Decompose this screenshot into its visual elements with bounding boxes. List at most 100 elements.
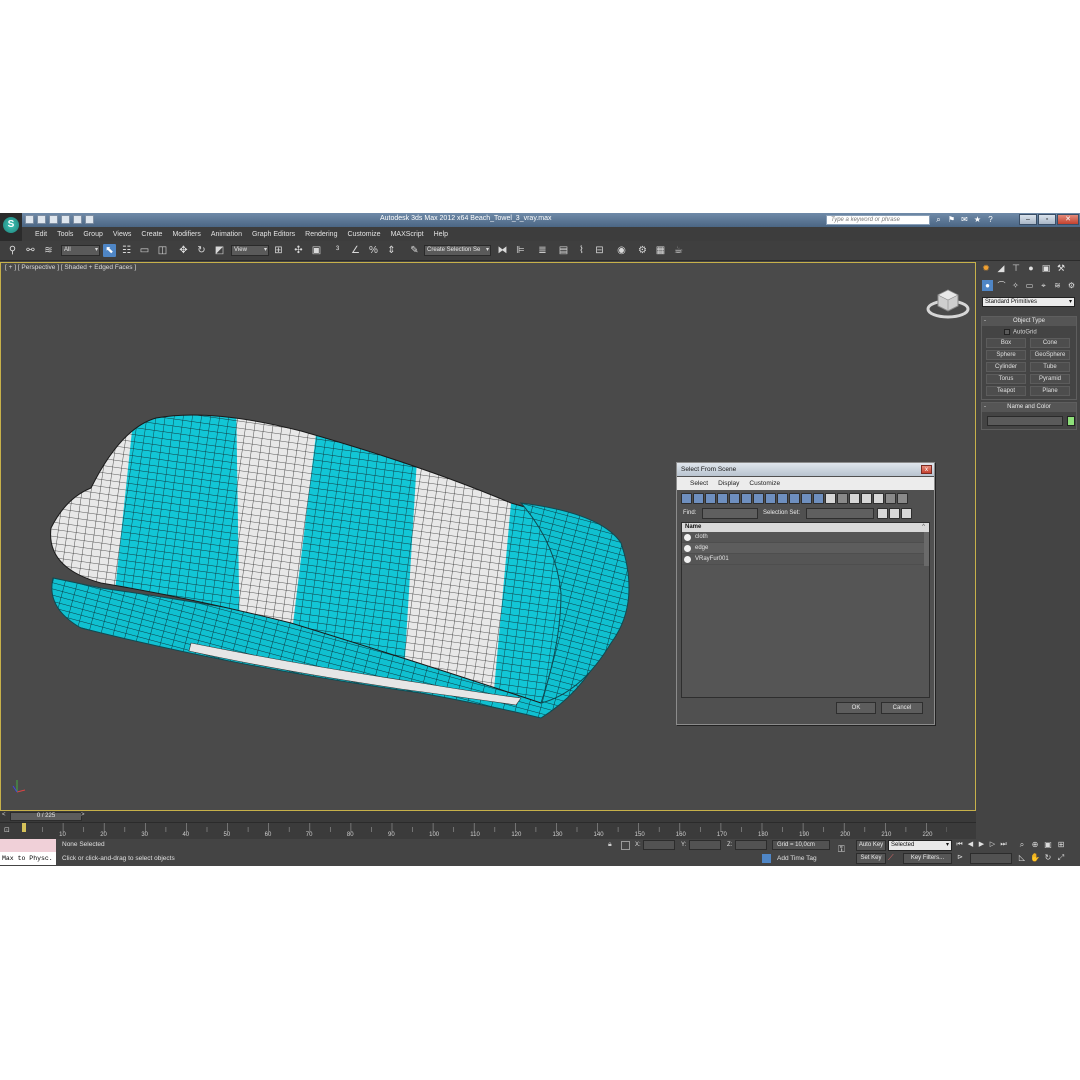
tube-button[interactable]: Tube [1030,362,1070,372]
list-item[interactable]: edge [682,543,929,554]
keyboard-shortcut-override-icon[interactable]: ▣ [310,244,323,257]
shapes-category-icon[interactable]: ⌒ [996,280,1007,291]
maximize-button[interactable]: ▫ [1038,214,1056,225]
pivot-center-icon[interactable]: ⊞ [272,244,285,257]
zoom-extents-all-icon[interactable]: ⊞ [1056,840,1066,850]
plane-button[interactable]: Plane [1030,386,1070,396]
helpers-category-icon[interactable]: ⌖ [1038,280,1049,291]
mini-curve-editor-icon[interactable]: ⊡ [4,826,14,836]
named-selection-dropdown[interactable]: Create Selection Se ▾ [424,245,491,256]
key-mode-dropdown[interactable]: Selected ▾ [888,840,952,851]
list-item[interactable]: cloth [682,532,929,543]
menu-views[interactable]: Views [108,231,137,238]
open-file-icon[interactable] [37,215,46,224]
space-warps-category-icon[interactable]: ≋ [1052,280,1063,291]
project-folder-icon[interactable] [85,215,94,224]
viewcube-icon[interactable] [925,287,971,319]
teapot-button[interactable]: Teapot [986,386,1026,396]
display-bones-icon[interactable] [777,493,788,504]
pyramid-button[interactable]: Pyramid [1030,374,1070,384]
set-key-button[interactable]: Set Key [856,853,886,864]
default-in-out-tangent-icon[interactable]: ⟋ [888,853,894,863]
display-xrefs-icon[interactable] [765,493,776,504]
dialog-menu-customize[interactable]: Customize [744,480,785,487]
pan-view-icon[interactable]: ✋ [1030,853,1040,863]
current-frame-marker[interactable] [22,823,26,832]
snaps-toggle-icon[interactable]: ³ [331,244,344,257]
display-lights-icon[interactable] [705,493,716,504]
filter-options-icon[interactable] [897,493,908,504]
name-column-header[interactable]: Name ^ [682,523,929,532]
torus-button[interactable]: Torus [986,374,1026,384]
cancel-button[interactable]: Cancel [881,702,923,714]
help-icon[interactable]: ? [986,215,995,224]
previous-key-icon[interactable]: ◀ [966,840,975,850]
display-space-warps-icon[interactable] [741,493,752,504]
time-tag-icon[interactable] [762,854,771,863]
find-input[interactable] [702,508,758,519]
cone-button[interactable]: Cone [1030,338,1070,348]
track-bar[interactable]: ⊡ 10 20 30 40 50 60 70 80 90 100 110 120 130 140 150 16… [0,822,976,839]
selection-filter-dropdown[interactable]: All ▾ [61,245,100,256]
name-and-color-title[interactable]: - Name and Color [982,403,1076,412]
subscription-icon[interactable]: ⚑ [947,215,956,224]
close-button[interactable]: ✕ [1057,214,1079,225]
render-setup-icon[interactable]: ⚙ [636,244,649,257]
time-slider[interactable]: 0 / 225 [10,812,82,821]
maxscript-mini-listener[interactable]: Max to Physc. [0,839,56,865]
dialog-close-button[interactable]: x [921,465,932,474]
unlink-icon[interactable]: ⚯ [24,244,37,257]
key-filters-button[interactable]: Key Filters... [903,853,952,864]
dialog-title[interactable]: Select From Scene [677,463,934,476]
current-frame-field[interactable] [970,853,1012,864]
redo-icon[interactable] [73,215,82,224]
listener-output[interactable] [0,839,56,852]
select-by-name-icon[interactable]: ☷ [120,244,133,257]
search-input[interactable]: Type a keyword or phrase [826,215,930,225]
auto-key-button[interactable]: Auto Key [856,840,886,851]
selection-lock-icon[interactable]: 🔒︎ [608,841,612,849]
rendered-frame-window-icon[interactable]: ▦ [654,244,667,257]
perspective-viewport[interactable]: [ + ] [ Perspective ] [ Shaded + Edged F… [0,262,976,811]
mirror-icon[interactable]: ⧓ [496,244,509,257]
primitives-dropdown[interactable]: Standard Primitives ▾ [982,297,1075,307]
lights-category-icon[interactable]: ✧ [1010,280,1021,291]
remove-from-selection-set-icon[interactable] [901,508,912,519]
display-cameras-icon[interactable] [717,493,728,504]
display-helpers-icon[interactable] [729,493,740,504]
reference-coordinate-dropdown[interactable]: View ▾ [231,245,269,256]
cylinder-button[interactable]: Cylinder [986,362,1026,372]
display-geometry-icon[interactable] [681,493,692,504]
search-icon[interactable]: ⌕ [934,215,943,224]
graphite-ribbon-icon[interactable]: ▤ [557,244,570,257]
invert-display-icon[interactable] [849,493,860,504]
minimize-button[interactable]: – [1019,214,1037,225]
sphere-button[interactable]: Sphere [986,350,1026,360]
display-shapes-icon[interactable] [693,493,704,504]
autogrid-checkbox[interactable]: AutoGrid [1004,329,1037,336]
modify-tab-icon[interactable]: ◢ [995,262,1007,274]
angle-snap-icon[interactable]: ∠ [349,244,362,257]
select-and-scale-icon[interactable]: ◩ [213,244,226,257]
object-name-input[interactable] [987,416,1063,426]
percent-snap-icon[interactable]: % [367,244,380,257]
communication-icon[interactable]: ✉ [960,215,969,224]
absolute-mode-icon[interactable] [621,841,630,850]
select-and-link-icon[interactable]: ⚲ [6,244,19,257]
z-coordinate-field[interactable] [735,840,767,850]
systems-category-icon[interactable]: ⚙ [1066,280,1077,291]
new-file-icon[interactable] [25,215,34,224]
select-and-move-icon[interactable]: ✥ [177,244,190,257]
viewport-label[interactable]: [ + ] [ Perspective ] [ Shaded + Edged F… [5,264,136,271]
favorites-icon[interactable]: ★ [973,215,982,224]
menu-help[interactable]: Help [429,231,453,238]
field-of-view-icon[interactable]: ◺ [1017,853,1027,863]
towel-model[interactable] [41,393,641,723]
hierarchy-tab-icon[interactable]: ⊤ [1010,262,1022,274]
ok-button[interactable]: OK [836,702,876,714]
menu-create[interactable]: Create [136,231,167,238]
go-to-start-icon[interactable]: ⏮ [955,840,964,850]
menu-maxscript[interactable]: MAXScript [386,231,429,238]
menu-animation[interactable]: Animation [206,231,247,238]
align-icon[interactable]: ⊫ [514,244,527,257]
